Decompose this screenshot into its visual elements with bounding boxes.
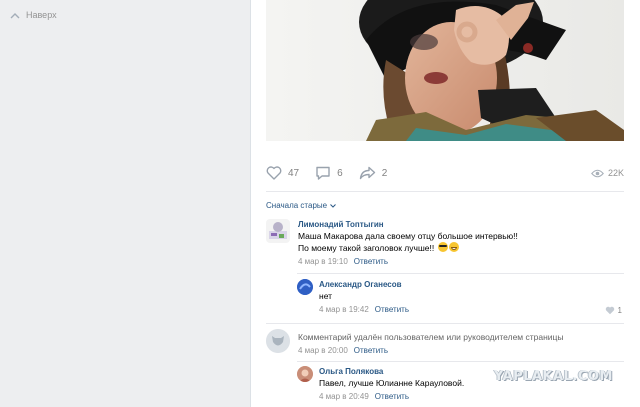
comment-meta: 4 мар в 20:49 Ответить <box>319 391 464 403</box>
comment-meta: 4 мар в 19:10 Ответить <box>298 256 518 268</box>
scroll-to-top-button[interactable]: Наверх <box>10 10 57 20</box>
comments-sort-label: Сначала старые <box>266 201 328 210</box>
divider <box>266 323 624 324</box>
share-count: 2 <box>381 167 388 179</box>
watermark: YAPLAKAL.COM <box>494 369 613 384</box>
comment-date[interactable]: 4 мар в 20:00 <box>298 346 348 355</box>
scroll-to-top-label: Наверх <box>26 10 57 20</box>
comment-reply: Александр Оганесов нет 4 мар в 19:42 Отве… <box>297 279 409 316</box>
divider <box>266 191 624 192</box>
comment-like-count: 1 <box>617 306 622 315</box>
comment-button[interactable]: 6 <box>315 166 343 180</box>
divider <box>297 361 624 362</box>
comment-date[interactable]: 4 мар в 19:42 <box>319 305 369 314</box>
comment-text: нет <box>319 291 333 301</box>
reply-button[interactable]: Ответить <box>354 346 388 355</box>
comment-icon <box>316 166 330 180</box>
comment-deleted: Комментарий удалён пользователем или рук… <box>266 329 564 357</box>
chevron-up-icon <box>10 12 20 18</box>
avatar[interactable] <box>297 366 313 382</box>
comment-text-line2: По моему такой заголовок лучше!! <box>298 242 518 254</box>
comment-author[interactable]: Александр Оганесов <box>319 279 409 290</box>
comment-text: Комментарий удалён пользователем или рук… <box>298 332 564 342</box>
eye-icon <box>591 169 604 177</box>
comment-meta: 4 мар в 19:42 Ответить <box>319 304 409 316</box>
comment: Лимонадий Топтыгин Маша Макарова дала св… <box>266 219 518 268</box>
share-icon <box>359 166 375 180</box>
comment-reply: Ольга Полякова Павел, лучше Юлианне Кара… <box>297 366 464 403</box>
share-button[interactable]: 2 <box>359 166 388 180</box>
reply-button[interactable]: Ответить <box>354 257 388 266</box>
post-actions: 47 6 2 22K <box>266 164 624 182</box>
like-button[interactable]: 47 <box>266 166 299 180</box>
comments-sort-dropdown[interactable]: Сначала старые <box>266 201 336 210</box>
comment-count: 6 <box>337 167 343 179</box>
grin-emoji-icon <box>448 242 459 252</box>
reply-button[interactable]: Ответить <box>375 305 409 314</box>
views-counter: 22K <box>591 168 624 178</box>
comment-meta: 4 мар в 20:00 Ответить <box>298 345 564 357</box>
comment-like-button[interactable]: 1 <box>605 306 622 315</box>
deleted-user-avatar <box>266 329 290 353</box>
comment-text: Павел, лучше Юлианне Карауловой. <box>319 378 465 388</box>
heart-icon <box>266 166 282 180</box>
chevron-down-icon <box>330 203 336 208</box>
sunglasses-emoji-icon <box>437 242 448 252</box>
reply-button[interactable]: Ответить <box>375 392 409 401</box>
post-photo[interactable] <box>266 0 624 141</box>
avatar[interactable] <box>266 219 290 243</box>
comment-date[interactable]: 4 мар в 20:49 <box>319 392 369 401</box>
comment-author[interactable]: Ольга Полякова <box>319 366 464 377</box>
comment-author[interactable]: Лимонадий Топтыгин <box>298 219 518 230</box>
avatar[interactable] <box>297 279 313 295</box>
comment-date[interactable]: 4 мар в 19:10 <box>298 257 348 266</box>
post-card: 47 6 2 22K Сначала старые Лимонадий Топт… <box>250 0 640 407</box>
divider <box>297 273 624 274</box>
comment-text: Маша Макарова дала своему отцу большое и… <box>298 231 518 241</box>
like-count: 47 <box>288 167 300 179</box>
heart-icon <box>605 306 614 315</box>
views-count: 22K <box>607 168 624 178</box>
